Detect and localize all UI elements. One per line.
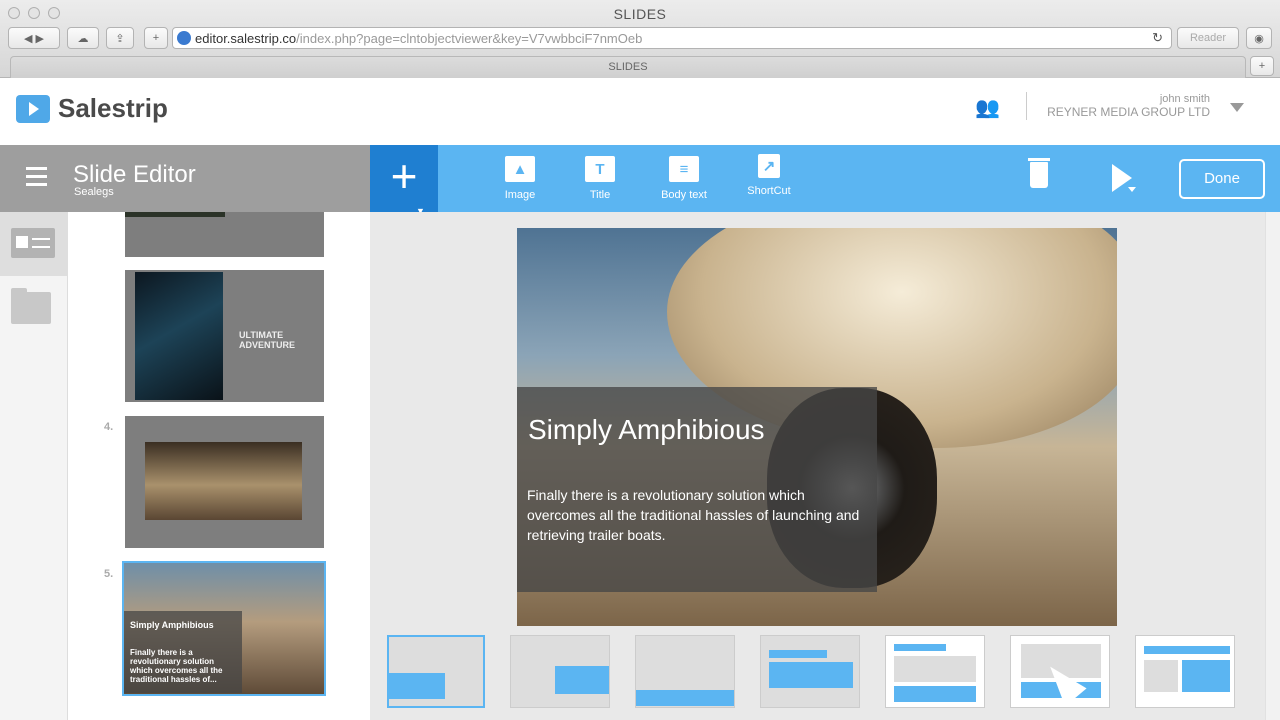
layout-option[interactable] (760, 635, 860, 708)
slide-number: 5. (104, 568, 114, 580)
user-company: REYNER MEDIA GROUP LTD (1047, 105, 1210, 119)
salestrip-logo[interactable]: Salestrip (16, 93, 168, 124)
folder-icon[interactable] (11, 288, 51, 324)
new-tab-button[interactable]: + (144, 27, 168, 49)
slide-thumb-body: Finally there is a revolutionary solutio… (130, 648, 223, 682)
chevron-down-icon[interactable] (1230, 103, 1244, 112)
layout-option[interactable] (635, 635, 735, 708)
insert-image-button[interactable]: ▲ Image (502, 156, 538, 201)
users-icon[interactable]: 👥 (975, 95, 1001, 119)
layout-option[interactable] (1010, 635, 1110, 708)
scrollbar[interactable] (1265, 212, 1280, 720)
slide-image (145, 442, 302, 520)
done-button[interactable]: Done (1179, 159, 1265, 199)
slide-body-text[interactable]: Finally there is a revolutionary solutio… (527, 485, 867, 545)
reload-icon[interactable]: ↻ (1152, 30, 1163, 46)
play-dropdown-icon[interactable] (1128, 187, 1136, 192)
logo-text: Salestrip (58, 93, 168, 123)
layout-option[interactable] (1135, 635, 1235, 708)
editor-title: Slide Editor (73, 161, 196, 188)
window-title: SLIDES (613, 6, 667, 22)
globe-icon (177, 31, 191, 45)
address-bar[interactable]: editor.salestrip.co /index.php?page=clnt… (172, 27, 1172, 49)
downloads-icon[interactable]: ◉ (1246, 27, 1272, 49)
slide-thumbnail[interactable] (125, 416, 324, 548)
slides-icon[interactable] (11, 228, 55, 258)
image-icon: ▲ (505, 156, 535, 182)
logo-icon (16, 94, 50, 123)
slide-thumb-title: Simply Amphibious (130, 620, 214, 630)
insert-shortcut-button[interactable]: ↗ ShortCut (745, 154, 793, 197)
browser-chrome: SLIDES ◀ ▶ ☁ ⇪ + editor.salestrip.co /in… (0, 0, 1280, 78)
slide-thumbnail[interactable] (125, 212, 324, 257)
reader-button[interactable]: Reader (1177, 27, 1239, 49)
url-host: editor.salestrip.co (195, 30, 297, 46)
slide-thumbnail[interactable]: ULTIMATE ADVENTURE (125, 270, 324, 402)
slide-caption: ULTIMATE ADVENTURE (239, 330, 296, 350)
slide-title[interactable]: Simply Amphibious (528, 414, 765, 446)
slide-thumbnail-selected[interactable]: Simply Amphibious Finally there is a rev… (122, 561, 326, 696)
body-text-icon: ≡ (669, 156, 699, 182)
hamburger-menu-icon[interactable] (26, 167, 47, 187)
url-path: /index.php?page=clntobjectviewer&key=V7v… (296, 30, 643, 46)
back-forward-buttons[interactable]: ◀ ▶ (8, 27, 60, 49)
slide-image (135, 272, 223, 400)
insert-title-button[interactable]: T Title (583, 156, 617, 201)
layout-option[interactable] (387, 635, 485, 708)
share-icon[interactable]: ⇪ (106, 27, 134, 49)
cloud-icon[interactable]: ☁ (67, 27, 99, 49)
header-divider (1026, 92, 1027, 120)
trash-icon[interactable] (1028, 158, 1050, 188)
shortcut-icon: ↗ (758, 154, 780, 178)
title-icon: T (585, 156, 615, 182)
layout-option[interactable] (885, 635, 985, 708)
add-tab-button[interactable]: + (1250, 56, 1274, 76)
tab-slides[interactable]: SLIDES (10, 56, 1246, 78)
add-button[interactable]: + ▼ (370, 145, 438, 216)
insert-body-text-button[interactable]: ≡ Body text (656, 156, 712, 201)
user-menu[interactable]: john smith REYNER MEDIA GROUP LTD (1047, 93, 1210, 119)
editor-subtitle: Sealegs (74, 186, 114, 198)
layout-option[interactable] (510, 635, 610, 708)
slide-number: 4. (104, 421, 114, 433)
